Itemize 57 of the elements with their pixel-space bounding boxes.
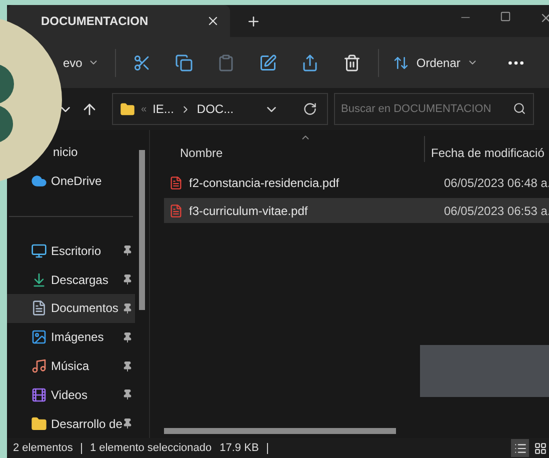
close-icon[interactable] bbox=[539, 11, 549, 25]
sidebar-scrollbar-thumb[interactable] bbox=[139, 150, 145, 310]
grid-icon bbox=[534, 442, 546, 454]
sidebar-label: Desarrollo de bbox=[51, 416, 122, 433]
search-field[interactable]: Buscar en DOCUMENTACION bbox=[334, 93, 534, 125]
breadcrumb[interactable]: IE... bbox=[152, 100, 174, 118]
document-icon bbox=[31, 300, 47, 316]
folder-icon bbox=[120, 102, 135, 116]
sidebar-label: Videos bbox=[51, 386, 88, 404]
sidebar-label: Música bbox=[51, 358, 90, 376]
address-bar[interactable]: « IE... DOC... bbox=[112, 93, 328, 125]
monitor-icon bbox=[31, 242, 47, 259]
sidebar-item[interactable]: Videos bbox=[31, 380, 135, 410]
column-header[interactable]: Nombre bbox=[164, 144, 424, 162]
sidebar-item[interactable]: OneDrive bbox=[31, 166, 135, 196]
pdf-file-icon bbox=[169, 204, 183, 218]
sidebar-item[interactable]: Documentos bbox=[7, 294, 135, 323]
sidebar-item[interactable]: Desarrollo de bbox=[31, 409, 135, 438]
download-icon bbox=[31, 272, 47, 288]
search-icon bbox=[513, 102, 526, 115]
sort-button[interactable]: Ordenar bbox=[389, 54, 482, 72]
folder-tab[interactable]: DOCUMENTACION bbox=[7, 5, 230, 37]
sidebar-label: Documentos bbox=[51, 300, 120, 318]
sidebar-label: Imágenes bbox=[51, 329, 105, 346]
overflow-glyph[interactable]: « bbox=[141, 102, 147, 116]
list-icon bbox=[514, 442, 526, 454]
file-name: f2-constancia-residencia.pdf bbox=[189, 174, 340, 192]
breadcrumb[interactable]: DOC... bbox=[196, 100, 234, 118]
item-count: 2 elementos bbox=[13, 440, 73, 456]
folder-icon bbox=[31, 416, 47, 432]
sidebar-item[interactable]: Imágenes bbox=[31, 322, 135, 352]
close-tab-icon[interactable] bbox=[206, 14, 220, 28]
film-icon bbox=[31, 386, 47, 403]
sidebar-item[interactable]: Escritorio bbox=[31, 236, 135, 266]
cloud-icon bbox=[31, 173, 47, 190]
music-icon bbox=[31, 358, 47, 374]
image-icon bbox=[31, 329, 47, 346]
new-button[interactable]: evo bbox=[63, 54, 106, 72]
file-name: f3-curriculum-vitae.pdf bbox=[189, 202, 309, 220]
details-view-button[interactable] bbox=[511, 439, 529, 457]
tab-title: DOCUMENTACION bbox=[41, 13, 150, 30]
sidebar-item[interactable]: Descargas bbox=[31, 265, 135, 294]
sidebar-label: nicio bbox=[53, 144, 79, 162]
column-header[interactable]: Fecha de modificació bbox=[431, 144, 544, 162]
sidebar-item[interactable]: nicio bbox=[53, 138, 135, 167]
pdf-file-icon bbox=[169, 176, 183, 190]
sidebar-label: Descargas bbox=[51, 272, 110, 289]
selection-size: 17.9 KB bbox=[220, 440, 259, 456]
sort-arrows-icon bbox=[393, 54, 410, 70]
sidebar-label: Escritorio bbox=[51, 242, 102, 260]
sidebar-item[interactable]: Música bbox=[31, 352, 135, 380]
maximize-icon[interactable] bbox=[500, 11, 511, 22]
sidebar-label: OneDrive bbox=[51, 173, 103, 190]
horizontal-scrollbar-thumb[interactable] bbox=[164, 428, 396, 434]
new-tab-icon[interactable] bbox=[246, 14, 261, 28]
refresh-icon[interactable] bbox=[303, 102, 317, 116]
selection-info: 1 elemento seleccionado bbox=[90, 440, 212, 456]
